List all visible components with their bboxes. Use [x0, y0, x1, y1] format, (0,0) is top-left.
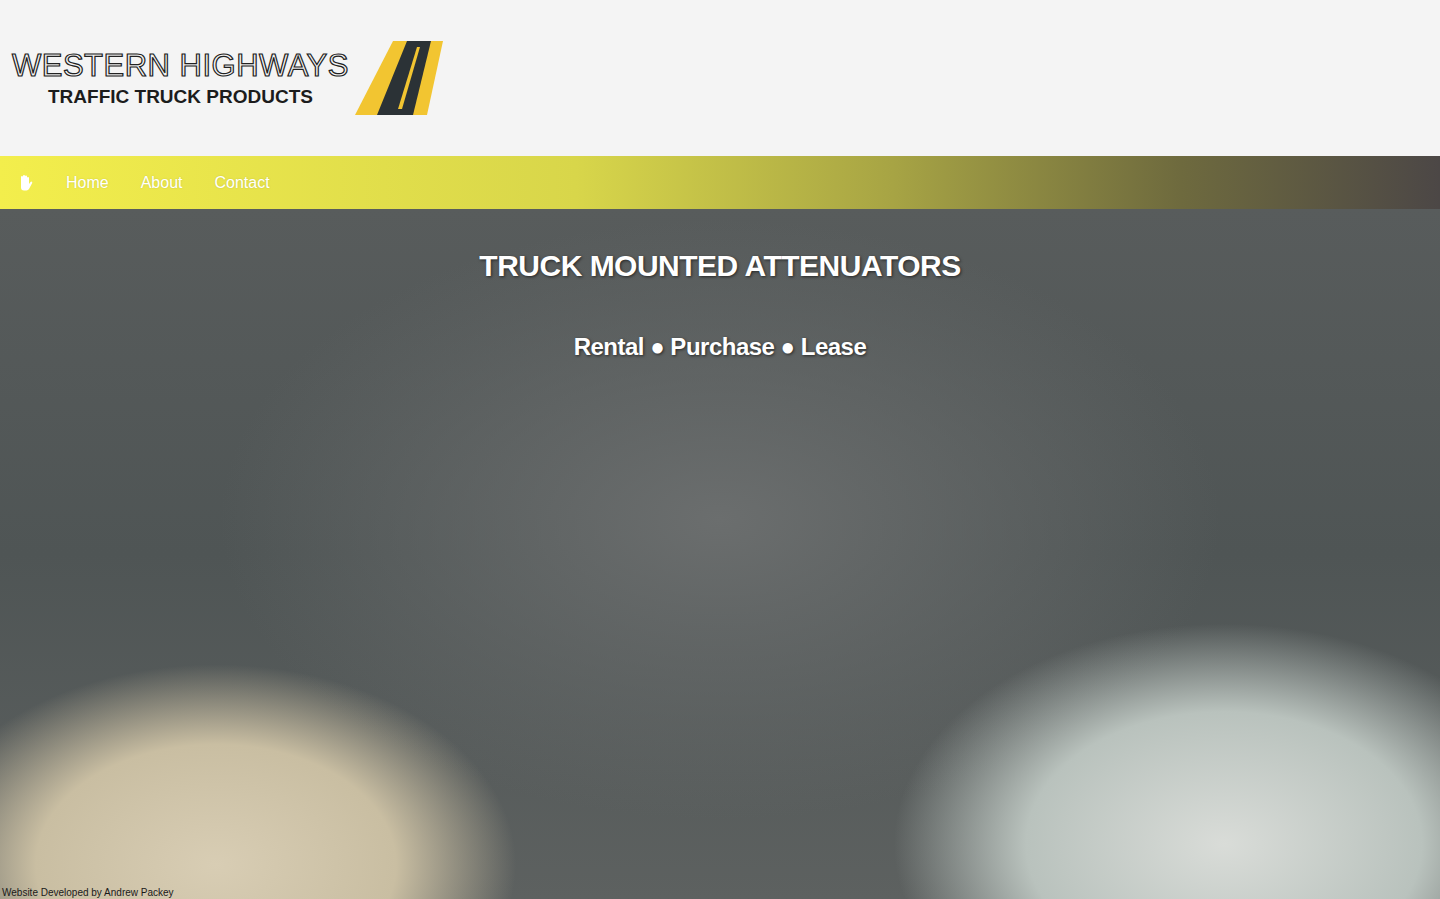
logo-text: WESTERN HIGHWAYS TRAFFIC TRUCK PRODUCTS: [12, 49, 349, 108]
logo-subtitle: TRAFFIC TRUCK PRODUCTS: [48, 87, 313, 108]
nav-item[interactable]: About: [141, 174, 183, 192]
logo-title: WESTERN HIGHWAYS: [12, 49, 349, 83]
road-icon: [355, 41, 443, 115]
nav-bar: Home About Contact: [0, 156, 1440, 209]
page: WESTERN HIGHWAYS TRAFFIC TRUCK PRODUCTS Ho…: [0, 0, 1440, 899]
hand-icon[interactable]: [18, 174, 34, 192]
nav-item[interactable]: Contact: [215, 174, 270, 192]
hero-title: TRUCK MOUNTED ATTENUATORS: [479, 249, 960, 283]
footer-credit: Website Developed by Andrew Packey: [0, 887, 174, 899]
hero: TRUCK MOUNTED ATTENUATORS Rental ● Purcha…: [0, 209, 1440, 899]
logo[interactable]: WESTERN HIGHWAYS TRAFFIC TRUCK PRODUCTS: [12, 41, 443, 115]
nav-item[interactable]: Home: [66, 174, 109, 192]
hero-subtitle: Rental ● Purchase ● Lease: [574, 333, 867, 361]
header: WESTERN HIGHWAYS TRAFFIC TRUCK PRODUCTS: [0, 0, 1440, 156]
